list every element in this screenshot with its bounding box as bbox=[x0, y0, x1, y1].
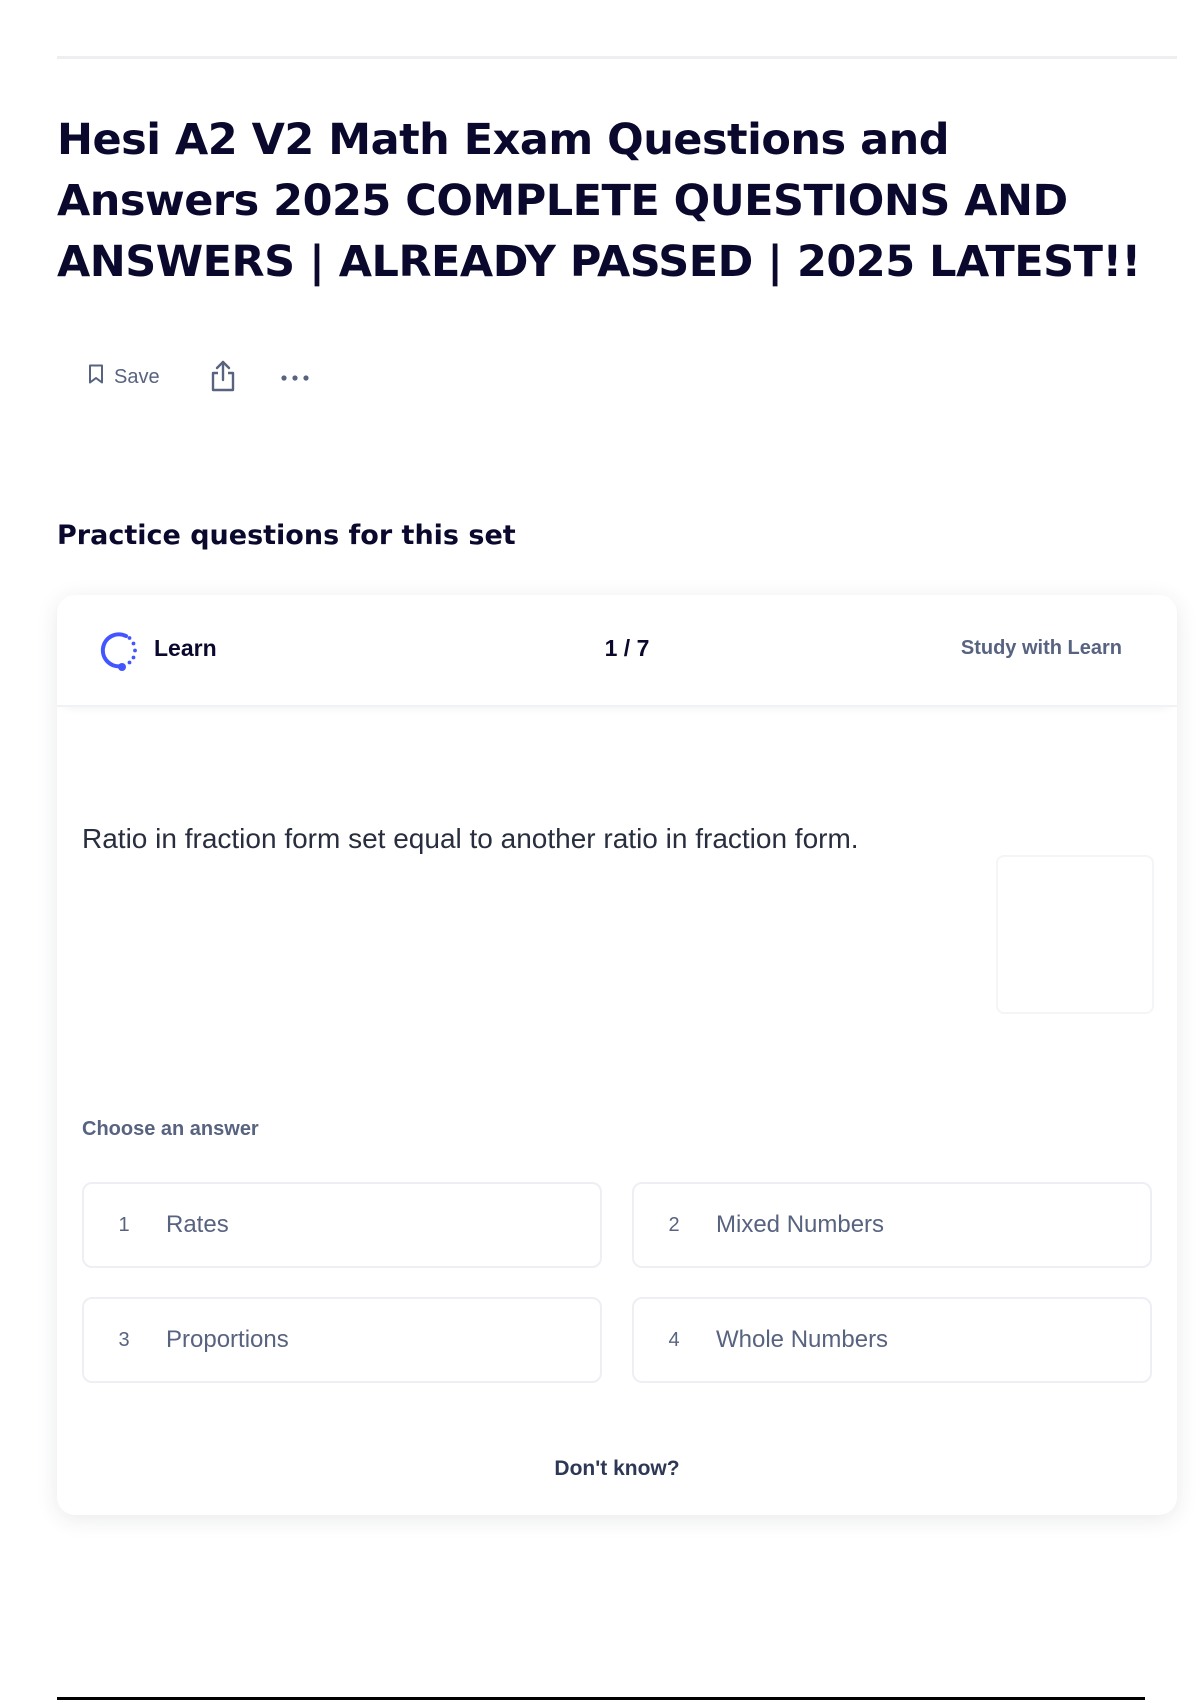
question-text: Ratio in fraction form set equal to anot… bbox=[82, 823, 859, 854]
save-button[interactable]: Save bbox=[78, 355, 170, 399]
choose-answer-label: Choose an answer bbox=[82, 1118, 259, 1140]
dont-know-button[interactable]: Don't know? bbox=[57, 1457, 1177, 1481]
answer-number: 3 bbox=[118, 1328, 130, 1351]
answer-number: 1 bbox=[118, 1213, 130, 1236]
practice-section-heading: Practice questions for this set bbox=[57, 520, 516, 551]
answer-text: Rates bbox=[166, 1211, 229, 1238]
answer-text: Mixed Numbers bbox=[716, 1211, 885, 1238]
study-with-learn-link[interactable]: Study with Learn bbox=[961, 637, 1122, 660]
answer-number: 4 bbox=[668, 1328, 680, 1351]
practice-question-card: Learn 1 / 7 Study with Learn Ratio in fr… bbox=[57, 595, 1177, 1515]
more-options-button[interactable] bbox=[270, 355, 320, 399]
learn-mode-label: Learn bbox=[154, 635, 217, 661]
top-divider bbox=[57, 56, 1177, 59]
share-button[interactable] bbox=[198, 355, 248, 399]
page-title: Hesi A2 V2 Math Exam Questions and Answe… bbox=[57, 115, 1141, 287]
more-icon bbox=[280, 370, 310, 385]
save-label: Save bbox=[114, 365, 160, 388]
card-header: Learn 1 / 7 Study with Learn bbox=[57, 595, 1177, 707]
answer-option-2[interactable]: 2 Mixed Numbers bbox=[632, 1182, 1152, 1268]
answer-text: Proportions bbox=[166, 1326, 289, 1353]
answer-option-3[interactable]: 3 Proportions bbox=[82, 1297, 602, 1383]
question-image-placeholder bbox=[996, 855, 1154, 1014]
question-progress: 1 / 7 bbox=[604, 635, 650, 661]
set-actions-toolbar: Save bbox=[78, 355, 320, 399]
answer-option-4[interactable]: 4 Whole Numbers bbox=[632, 1297, 1152, 1383]
answer-text: Whole Numbers bbox=[716, 1326, 889, 1353]
answer-option-1[interactable]: 1 Rates bbox=[82, 1182, 602, 1268]
bookmark-icon bbox=[88, 364, 104, 390]
learn-icon bbox=[96, 629, 140, 673]
answer-number: 2 bbox=[668, 1213, 680, 1236]
share-icon bbox=[209, 360, 237, 395]
